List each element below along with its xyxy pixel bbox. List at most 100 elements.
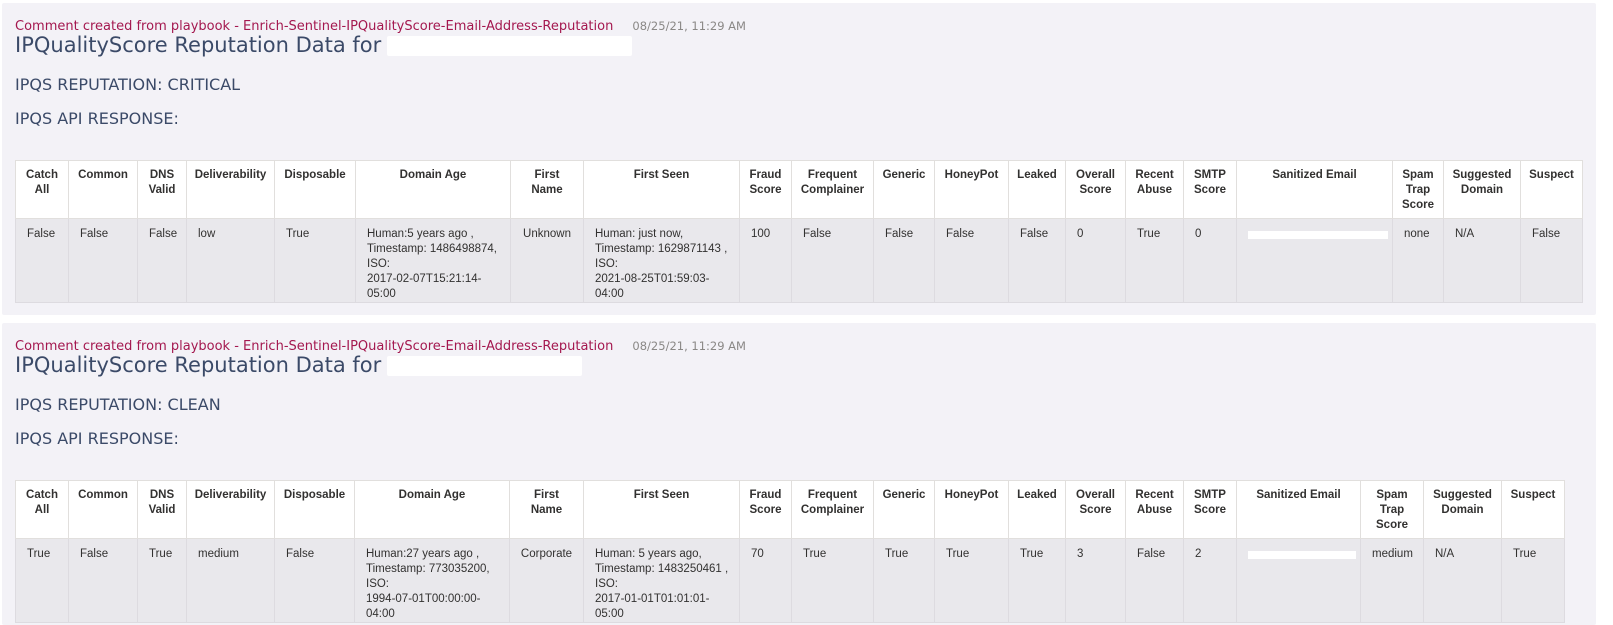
cell-first-name: Corporate <box>509 538 584 623</box>
header-smtp-score[interactable]: SMTP Score <box>1183 480 1237 539</box>
cell-smtp-score: 2 <box>1183 538 1237 623</box>
reputation-title-text: IPQualityScore Reputation Data for <box>15 33 382 57</box>
comment-timestamp: 08/25/21, 11:29 AM <box>632 19 746 33</box>
cell-recent-abuse: True <box>1125 218 1184 303</box>
cell-catch-all: True <box>15 538 69 623</box>
cell-domain-age: Human:27 years ago , Timestamp: 773035200… <box>354 538 510 623</box>
header-generic[interactable]: Generic <box>873 480 935 539</box>
table-row: True False True medium False Human:27 ye… <box>15 538 1565 623</box>
header-smtp-score[interactable]: SMTP Score <box>1183 160 1237 219</box>
cell-suspect: False <box>1520 218 1583 303</box>
header-domain-age[interactable]: Domain Age <box>354 480 510 539</box>
header-spam-trap-score[interactable]: Spam Trap Score <box>1392 160 1444 219</box>
reputation-title: IPQualityScore Reputation Data for <box>15 33 633 57</box>
comment-meta: Comment created from playbook - Enrich-S… <box>15 15 746 34</box>
cell-generic: True <box>873 538 935 623</box>
cell-sanitized-email <box>1236 538 1361 623</box>
comment-timestamp: 08/25/21, 11:29 AM <box>632 339 746 353</box>
header-first-seen[interactable]: First Seen <box>583 160 740 219</box>
cell-suggested-domain: N/A <box>1443 218 1521 303</box>
comment-meta: Comment created from playbook - Enrich-S… <box>15 335 746 354</box>
comment-card: Comment created from playbook - Enrich-S… <box>2 3 1596 315</box>
cell-domain-age: Human:5 years ago , Timestamp: 1486498874… <box>355 218 511 303</box>
header-honeypot[interactable]: HoneyPot <box>934 480 1009 539</box>
header-honeypot[interactable]: HoneyPot <box>934 160 1009 219</box>
header-spam-trap-score[interactable]: Spam Trap Score <box>1360 480 1424 539</box>
api-response-table: Catch All Common DNS Valid Deliverability … <box>15 480 1565 623</box>
header-deliverability[interactable]: Deliverability <box>186 160 275 219</box>
header-suspect[interactable]: Suspect <box>1520 160 1583 219</box>
cell-dns-valid: False <box>137 218 187 303</box>
cell-frequent-complainer: True <box>791 538 874 623</box>
cell-deliverability: medium <box>186 538 275 623</box>
cell-common: False <box>68 218 138 303</box>
header-common[interactable]: Common <box>68 480 138 539</box>
header-disposable[interactable]: Disposable <box>274 160 356 219</box>
table-header-row: Catch All Common DNS Valid Deliverability … <box>15 480 1565 539</box>
table-header-row: Catch All Common DNS Valid Deliverability … <box>15 160 1583 219</box>
header-disposable[interactable]: Disposable <box>274 480 355 539</box>
cell-spam-trap-score: none <box>1392 218 1444 303</box>
header-first-seen[interactable]: First Seen <box>583 480 740 539</box>
cell-disposable: False <box>274 538 355 623</box>
cell-suggested-domain: N/A <box>1423 538 1502 623</box>
header-catch-all[interactable]: Catch All <box>15 160 69 219</box>
header-fraud-score[interactable]: Fraud Score <box>739 480 792 539</box>
cell-honeypot: True <box>934 538 1009 623</box>
api-response-table: Catch All Common DNS Valid Deliverability … <box>15 160 1583 303</box>
header-generic[interactable]: Generic <box>873 160 935 219</box>
comment-author: Comment created from playbook - Enrich-S… <box>15 19 614 34</box>
cell-generic: False <box>873 218 935 303</box>
header-suggested-domain[interactable]: Suggested Domain <box>1443 160 1521 219</box>
cell-first-seen: Human: just now, Timestamp: 1629871143 ,I… <box>583 218 740 303</box>
header-dns-valid[interactable]: DNS Valid <box>137 160 187 219</box>
header-domain-age[interactable]: Domain Age <box>355 160 511 219</box>
header-sanitized-email[interactable]: Sanitized Email <box>1236 480 1361 539</box>
cell-disposable: True <box>274 218 356 303</box>
header-recent-abuse[interactable]: Recent Abuse <box>1125 480 1184 539</box>
redacted-email <box>387 356 583 376</box>
cell-sanitized-email <box>1236 218 1393 303</box>
cell-honeypot: False <box>934 218 1009 303</box>
cell-fraud-score: 100 <box>739 218 792 303</box>
cell-overall-score: 3 <box>1065 538 1126 623</box>
redacted-email <box>1248 551 1356 559</box>
cell-catch-all: False <box>15 218 69 303</box>
header-leaked[interactable]: Leaked <box>1008 480 1066 539</box>
header-overall-score[interactable]: Overall Score <box>1065 160 1126 219</box>
cell-deliverability: low <box>186 218 275 303</box>
reputation-status: IPQS REPUTATION: CLEAN <box>15 395 221 414</box>
redacted-email <box>1248 231 1388 239</box>
api-response-label: IPQS API RESPONSE: <box>15 109 179 128</box>
header-recent-abuse[interactable]: Recent Abuse <box>1125 160 1184 219</box>
comment-author: Comment created from playbook - Enrich-S… <box>15 339 614 354</box>
cell-smtp-score: 0 <box>1183 218 1237 303</box>
redacted-email <box>387 36 633 56</box>
header-frequent-complainer[interactable]: Frequent Complainer <box>791 480 874 539</box>
header-deliverability[interactable]: Deliverability <box>186 480 275 539</box>
header-first-name[interactable]: First Name <box>509 480 584 539</box>
cell-leaked: False <box>1008 218 1066 303</box>
header-suspect[interactable]: Suspect <box>1501 480 1565 539</box>
header-sanitized-email[interactable]: Sanitized Email <box>1236 160 1393 219</box>
cell-spam-trap-score: medium <box>1360 538 1424 623</box>
reputation-title: IPQualityScore Reputation Data for <box>15 353 583 377</box>
reputation-status: IPQS REPUTATION: CRITICAL <box>15 75 241 94</box>
header-dns-valid[interactable]: DNS Valid <box>137 480 187 539</box>
header-overall-score[interactable]: Overall Score <box>1065 480 1126 539</box>
header-frequent-complainer[interactable]: Frequent Complainer <box>791 160 874 219</box>
header-fraud-score[interactable]: Fraud Score <box>739 160 792 219</box>
cell-common: False <box>68 538 138 623</box>
header-first-name[interactable]: First Name <box>510 160 584 219</box>
header-suggested-domain[interactable]: Suggested Domain <box>1423 480 1502 539</box>
comment-card: Comment created from playbook - Enrich-S… <box>2 323 1596 625</box>
cell-fraud-score: 70 <box>739 538 792 623</box>
reputation-title-text: IPQualityScore Reputation Data for <box>15 353 382 377</box>
cell-frequent-complainer: False <box>791 218 874 303</box>
header-catch-all[interactable]: Catch All <box>15 480 69 539</box>
cell-suspect: True <box>1501 538 1565 623</box>
cell-first-seen: Human: 5 years ago, Timestamp: 1483250461… <box>583 538 740 623</box>
header-leaked[interactable]: Leaked <box>1008 160 1066 219</box>
header-common[interactable]: Common <box>68 160 138 219</box>
api-response-label: IPQS API RESPONSE: <box>15 429 179 448</box>
